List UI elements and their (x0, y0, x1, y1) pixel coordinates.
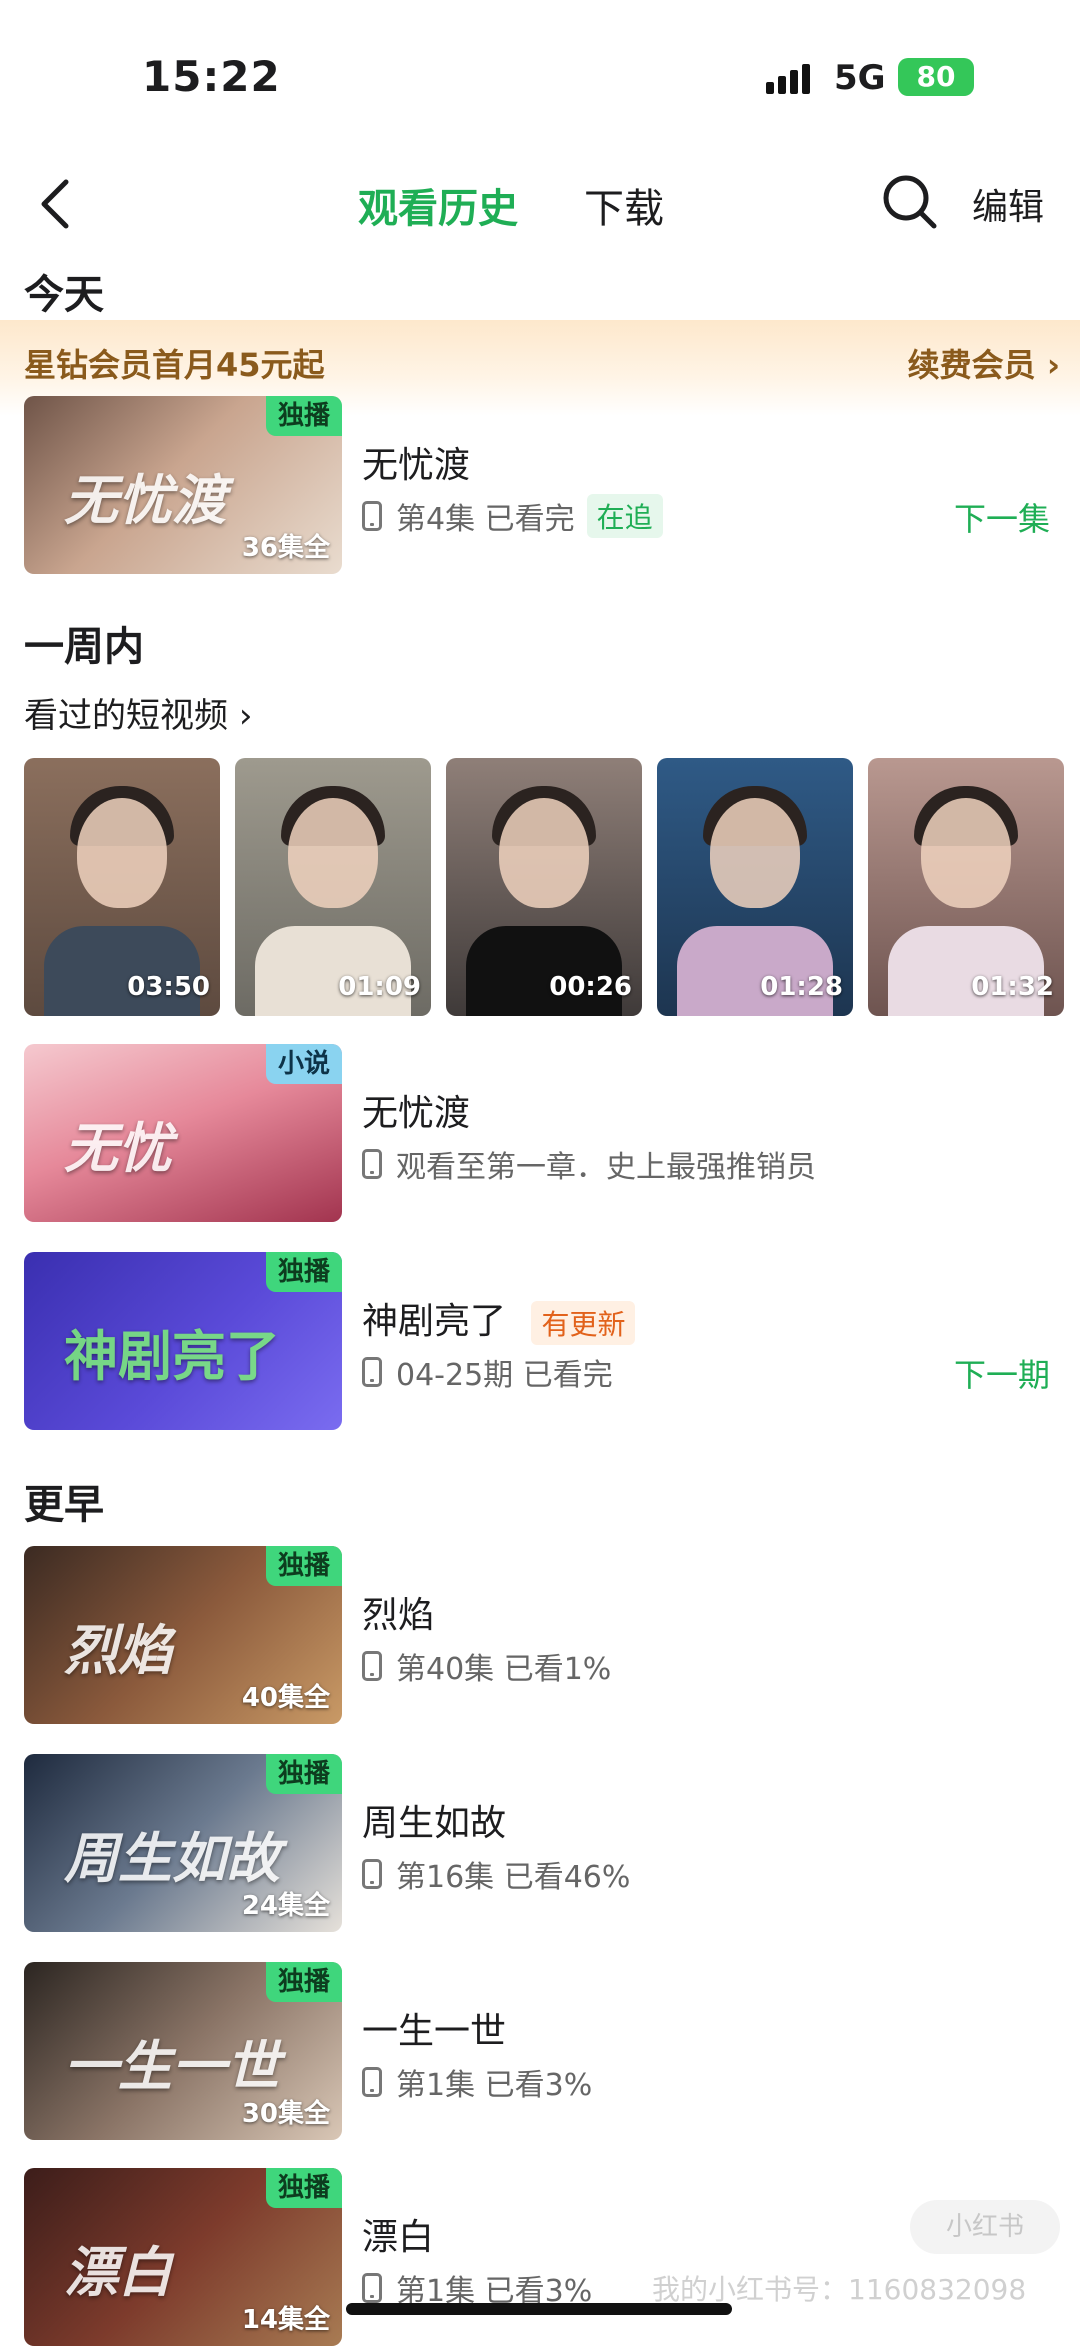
nav-bar: 观看历史 下载 编辑 (0, 150, 1080, 260)
short-video[interactable]: 01:09 (235, 758, 431, 1016)
episode-count: 14集全 (241, 2305, 330, 2335)
item-title: 周生如故 (362, 1803, 507, 1844)
cover-title: 烈焰 (64, 1619, 172, 1682)
renew-vip-link[interactable]: 续费会员 › (908, 340, 1060, 386)
short-video[interactable]: 00:26 (446, 758, 642, 1016)
phone-icon (362, 2273, 382, 2303)
phone-icon (362, 501, 382, 531)
phone-icon (362, 1357, 382, 1387)
tab-history[interactable]: 观看历史 (358, 176, 518, 234)
short-duration: 03:50 (127, 972, 210, 1002)
item-progress: 第40集 已看1% (396, 1652, 612, 1687)
item-progress-row: 第1集 已看3% (362, 2060, 592, 2104)
watched-shorts-link[interactable]: 看过的短视频 › (24, 688, 252, 737)
watermark-text: 我的小红书号：1160832098 (652, 2273, 1027, 2306)
short-duration: 00:26 (549, 972, 632, 1002)
chevron-right-icon: › (238, 696, 253, 736)
item-progress-row: 观看至第一章．史上最强推销员 (362, 1142, 816, 1186)
thumbnail[interactable]: 神剧亮了 独播 (24, 1252, 342, 1430)
thumbnail[interactable]: 无忧 小说 (24, 1044, 342, 1222)
thumbnail[interactable]: 一生一世 独播 30集全 (24, 1962, 342, 2140)
history-item[interactable]: 神剧亮了 独播 神剧亮了 有更新 04-25期 已看完 下一期 (0, 1252, 1080, 1430)
phone-icon (362, 1651, 382, 1681)
watermark-logo: 小红书 (910, 2200, 1060, 2254)
update-tag: 有更新 (531, 1301, 636, 1345)
tab-download[interactable]: 下载 (584, 176, 664, 234)
status-bar: 15:22 5G 80 (0, 0, 1080, 150)
edit-button[interactable]: 编辑 (972, 178, 1044, 230)
history-item[interactable]: 无忧 小说 无忧渡 观看至第一章．史上最强推销员 (0, 1044, 1080, 1222)
exclusive-badge: 独播 (265, 1754, 342, 1794)
status-time: 15:22 (142, 52, 281, 101)
episode-count: 24集全 (241, 1891, 330, 1921)
back-arrow-icon[interactable] (36, 176, 76, 232)
item-progress: 04-25期 已看完 (396, 1358, 613, 1393)
next-issue-button[interactable]: 下一期 (954, 1350, 1050, 1396)
renew-vip-label: 续费会员 (907, 346, 1036, 384)
novel-badge: 小说 (265, 1044, 342, 1084)
item-progress-row: 第16集 已看46% (362, 1852, 630, 1896)
history-item[interactable]: 无忧渡 独播 36集全 无忧渡 第4集 已看完 在追 下一集 (0, 396, 1080, 574)
home-indicator[interactable] (346, 2303, 732, 2315)
shorts-strip: 03:50 01:09 00:26 01:28 01:32 (24, 758, 1064, 1016)
signal-icon (766, 62, 818, 94)
promo-text: 星钻会员首月45元起 (24, 346, 325, 384)
episode-count: 40集全 (241, 1683, 330, 1713)
item-progress: 第16集 已看46% (396, 1860, 631, 1895)
item-progress-row: 第40集 已看1% (362, 1644, 611, 1688)
item-progress: 观看至第一章．史上最强推销员 (396, 1150, 816, 1185)
short-video[interactable]: 03:50 (24, 758, 220, 1016)
network-type: 5G (834, 58, 886, 98)
item-title: 一生一世 (362, 2011, 507, 2052)
history-item[interactable]: 漂白 独播 14集全 漂白 第1集 已看3% (0, 2168, 1080, 2346)
cover-title: 无忧 (64, 1117, 172, 1180)
next-episode-button[interactable]: 下一集 (954, 494, 1050, 540)
item-title: 漂白 (362, 2217, 435, 2258)
item-title: 无忧渡 (362, 445, 471, 486)
thumbnail[interactable]: 漂白 独播 14集全 (24, 2168, 342, 2346)
item-title: 无忧渡 (362, 1093, 471, 1134)
short-video[interactable]: 01:28 (657, 758, 853, 1016)
following-tag: 在追 (586, 494, 663, 538)
thumbnail[interactable]: 无忧渡 独播 36集全 (24, 396, 342, 574)
battery-icon: 80 (898, 58, 974, 96)
cover-title: 无忧渡 (64, 469, 226, 532)
episode-count: 36集全 (241, 533, 330, 563)
item-progress: 第1集 已看3% (396, 2068, 593, 2103)
section-week: 一周内 (24, 624, 144, 670)
cover-title: 周生如故 (64, 1827, 280, 1890)
phone-icon (362, 1859, 382, 1889)
watched-shorts-label: 看过的短视频 (24, 696, 228, 736)
exclusive-badge: 独播 (265, 2168, 342, 2208)
cover-title: 神剧亮了 (64, 1325, 280, 1388)
section-earlier: 更早 (24, 1482, 104, 1528)
item-title: 神剧亮了 (362, 1301, 507, 1342)
thumbnail[interactable]: 烈焰 独播 40集全 (24, 1546, 342, 1724)
short-duration: 01:28 (760, 972, 843, 1002)
chevron-right-icon: › (1046, 346, 1060, 384)
item-title: 烈焰 (362, 1595, 435, 1636)
episode-count: 30集全 (241, 2099, 330, 2129)
cover-title: 一生一世 (64, 2035, 280, 2098)
item-progress-row: 第4集 已看完 在追 (362, 494, 663, 538)
item-title-row: 神剧亮了 有更新 (362, 1292, 636, 1345)
cover-title: 漂白 (64, 2241, 172, 2304)
search-icon[interactable] (880, 172, 940, 232)
history-item[interactable]: 一生一世 独播 30集全 一生一世 第1集 已看3% (0, 1962, 1080, 2140)
thumbnail[interactable]: 周生如故 独播 24集全 (24, 1754, 342, 1932)
item-progress: 第4集 已看完 (396, 502, 575, 537)
exclusive-badge: 独播 (265, 1252, 342, 1292)
exclusive-badge: 独播 (265, 1546, 342, 1586)
short-duration: 01:32 (971, 972, 1054, 1002)
exclusive-badge: 独播 (265, 1962, 342, 2002)
exclusive-badge: 独播 (265, 396, 342, 436)
short-duration: 01:09 (338, 972, 421, 1002)
history-item[interactable]: 烈焰 独播 40集全 烈焰 第40集 已看1% (0, 1546, 1080, 1724)
history-item[interactable]: 周生如故 独播 24集全 周生如故 第16集 已看46% (0, 1754, 1080, 1932)
phone-icon (362, 1149, 382, 1179)
short-video[interactable]: 01:32 (868, 758, 1064, 1016)
item-progress-row: 04-25期 已看完 (362, 1350, 613, 1394)
section-today: 今天 (24, 272, 104, 318)
phone-icon (362, 2067, 382, 2097)
